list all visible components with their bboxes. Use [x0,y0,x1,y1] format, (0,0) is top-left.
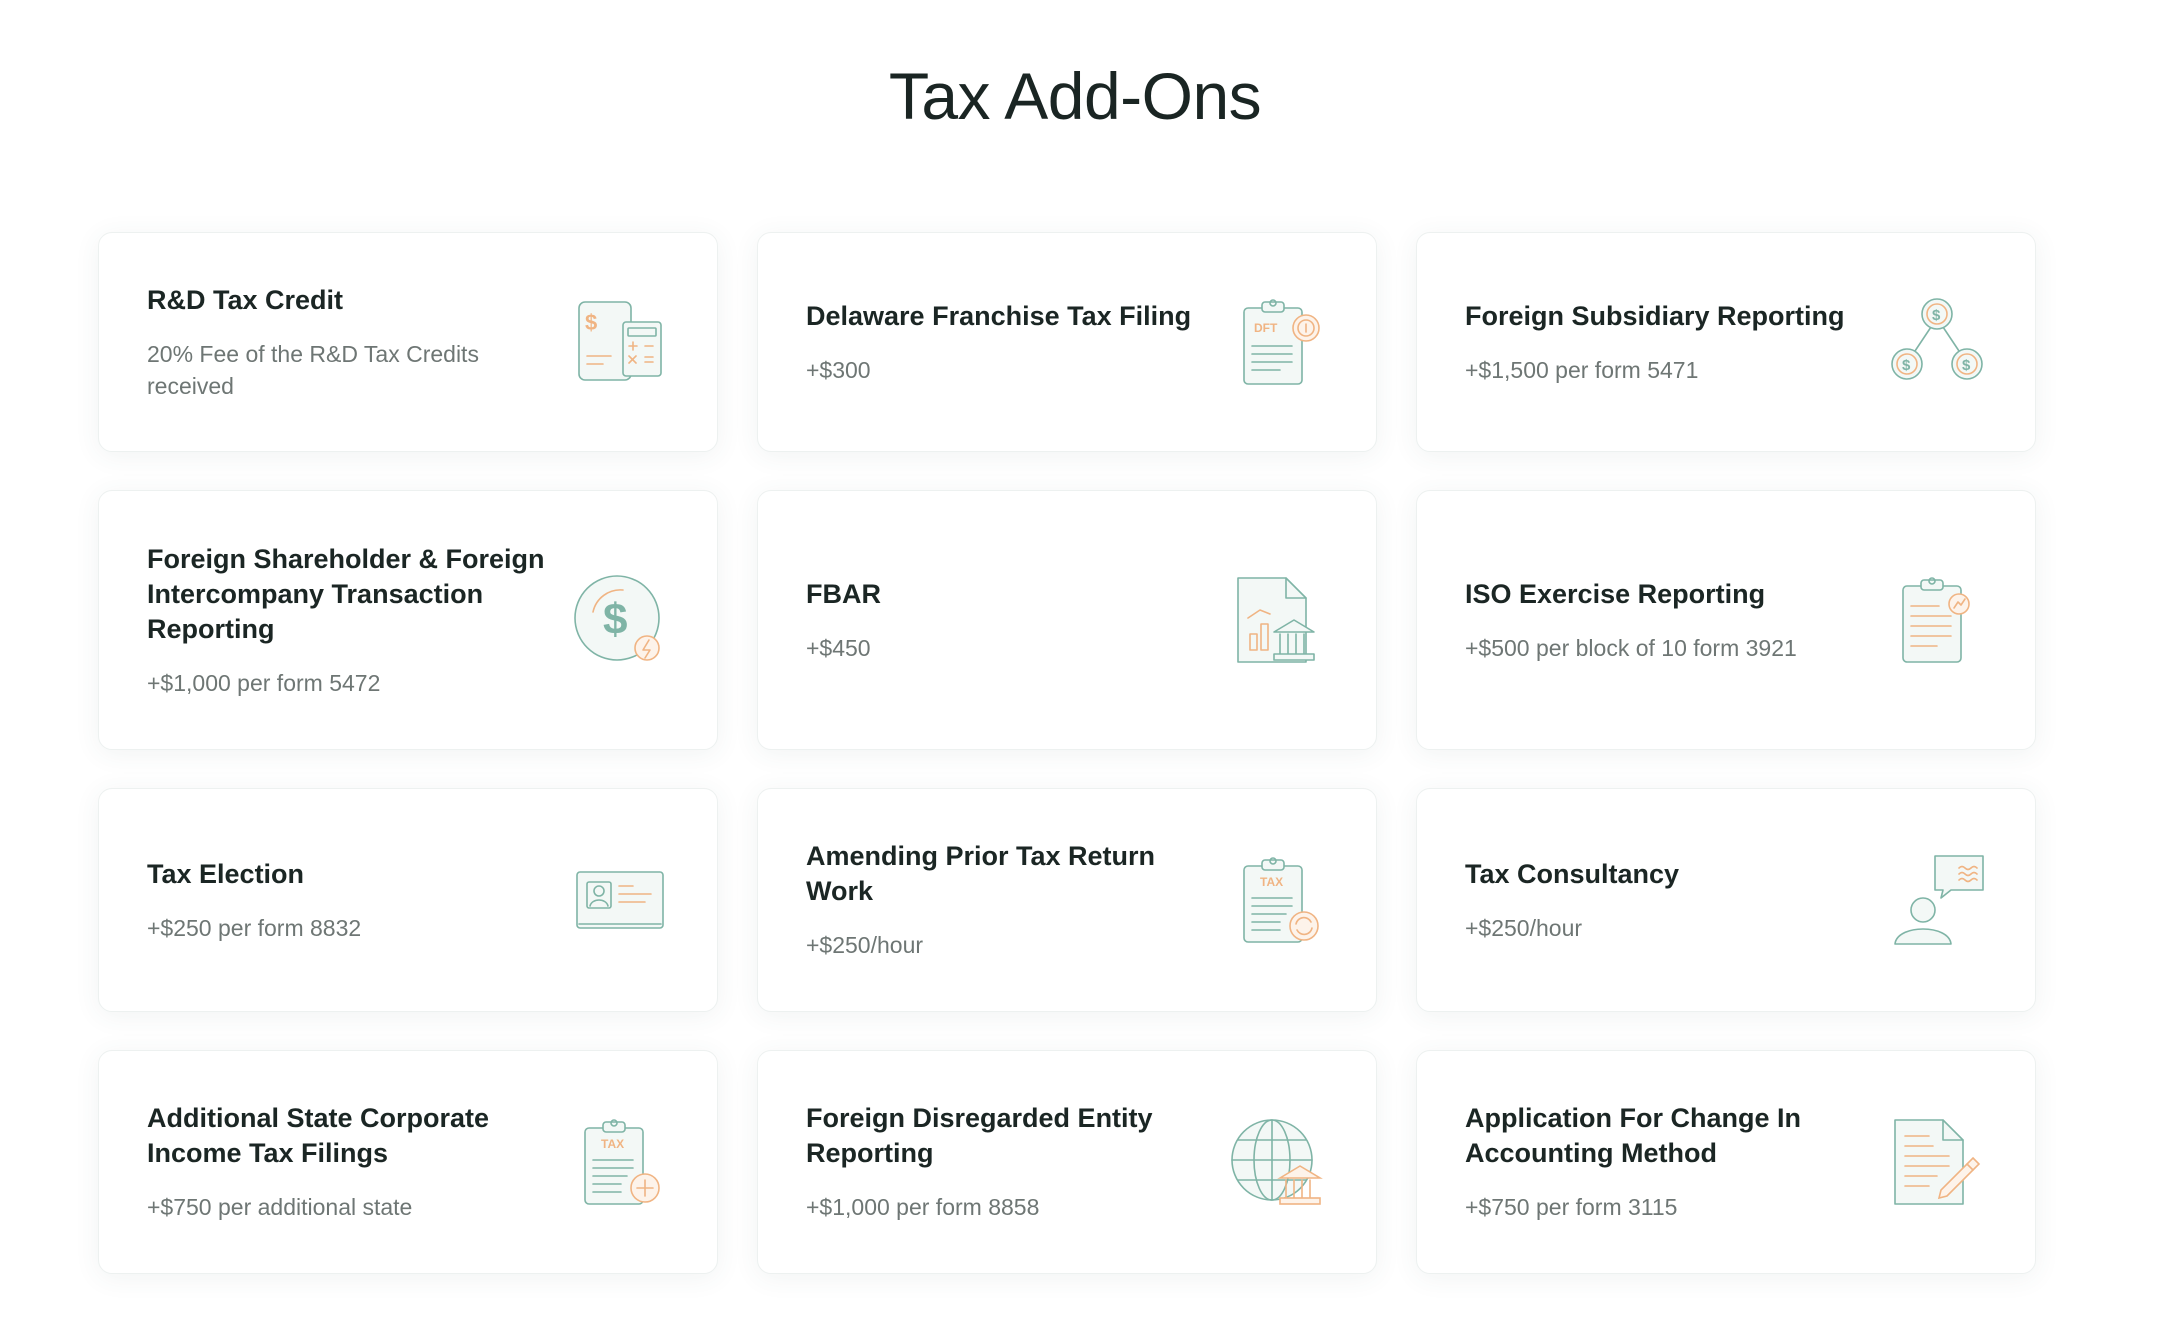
card-title: Application For Change In Accounting Met… [1465,1103,1801,1168]
card-title: Additional State Corporate Income Tax Fi… [147,1103,490,1168]
card-price: +$1,000 per form 5472 [147,669,381,696]
card-price: +$300 [806,356,871,383]
card-title: R&D Tax Credit [147,284,344,315]
addon-card-tax-election[interactable]: Tax Election +$250 per form 8832 [98,788,718,1012]
card-title: Tax Consultancy [1465,858,1680,889]
card-title: Foreign Disregarded Entity Reporting [806,1103,1153,1168]
bank-report-icon [1230,572,1326,668]
tax-calculator-icon: $ [571,294,667,390]
svg-text:$: $ [603,595,627,644]
dollar-coin-icon: $ [571,572,667,668]
card-price: +$450 [806,634,871,661]
addon-card-amending-prior-tax[interactable]: Amending Prior Tax Return Work +$250/hou… [757,788,1377,1012]
addon-card-foreign-disregarded-entity[interactable]: Foreign Disregarded Entity Reporting +$1… [757,1050,1377,1274]
svg-text:$: $ [1902,357,1911,374]
addon-card-foreign-subsidiary[interactable]: Foreign Subsidiary Reporting +$1,500 per… [1416,232,2036,452]
addon-card-delaware-franchise-tax[interactable]: Delaware Franchise Tax Filing +$300 DFT [757,232,1377,452]
card-title: Foreign Subsidiary Reporting [1465,300,1845,331]
card-price: +$1,500 per form 5471 [1465,356,1699,383]
svg-text:DFT: DFT [1254,321,1278,335]
addons-grid: R&D Tax Credit 20% Fee of the R&D Tax Cr… [98,232,2036,1274]
page-title: Tax Add-Ons [888,59,1262,133]
card-title: Tax Election [147,858,305,889]
card-price: +$750 per form 3115 [1465,1194,1678,1220]
card-price: 20% Fee of the R&D Tax Credits received [147,340,479,399]
card-price: +$500 per block of 10 form 3921 [1465,634,1797,661]
document-pencil-icon [1889,1114,1985,1210]
card-title: Foreign Shareholder & Foreign Intercompa… [147,543,545,644]
id-card-icon [571,852,667,948]
addon-card-tax-consultancy[interactable]: Tax Consultancy +$250/hour [1416,788,2036,1012]
svg-text:$: $ [1932,307,1941,324]
stock-clipboard-icon [1889,572,1985,668]
card-title: Delaware Franchise Tax Filing [806,300,1192,331]
addon-card-change-accounting-method[interactable]: Application For Change In Accounting Met… [1416,1050,2036,1274]
dft-clipboard-icon: DFT [1230,294,1326,390]
card-price: +$250 per form 8832 [147,914,362,941]
card-title: Amending Prior Tax Return Work [806,841,1156,906]
globe-bank-icon [1230,1114,1326,1210]
svg-text:$: $ [1962,357,1971,374]
svg-text:TAX: TAX [1260,875,1283,889]
card-price: +$250/hour [1465,914,1583,941]
card-price: +$1,000 per form 8858 [806,1194,1040,1220]
card-price: +$250/hour [806,932,924,958]
tax-add-clipboard-icon: TAX [571,1114,667,1210]
addon-card-rd-tax-credit[interactable]: R&D Tax Credit 20% Fee of the R&D Tax Cr… [98,232,718,452]
addon-card-foreign-shareholder[interactable]: Foreign Shareholder & Foreign Intercompa… [98,490,718,750]
card-price: +$750 per additional state [147,1194,413,1220]
consultant-chat-icon [1889,852,1985,948]
subsidiary-network-icon: $ $ $ [1889,294,1985,390]
addon-card-fbar[interactable]: FBAR +$450 [757,490,1377,750]
tax-amend-clipboard-icon: TAX [1230,852,1326,948]
card-title: FBAR [806,578,881,609]
addon-card-iso-exercise[interactable]: ISO Exercise Reporting +$500 per block o… [1416,490,2036,750]
svg-text:TAX: TAX [601,1137,624,1151]
addon-card-additional-state[interactable]: Additional State Corporate Income Tax Fi… [98,1050,718,1274]
svg-text:$: $ [585,310,597,335]
card-title: ISO Exercise Reporting [1465,578,1766,609]
